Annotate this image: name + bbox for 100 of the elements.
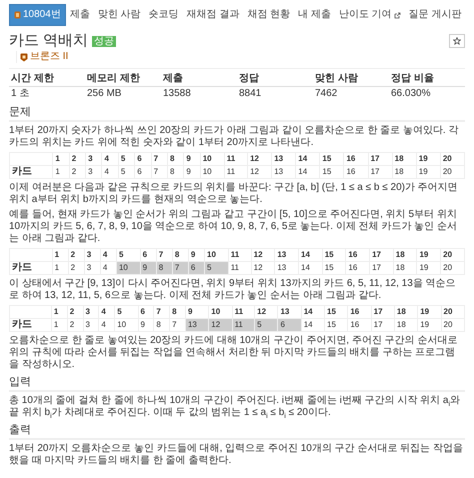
table-header-cell: 19 [416,248,441,262]
table-header-cell: 12 [248,152,272,166]
external-link-icon [394,12,401,18]
table-cell: 9 [184,166,200,178]
medal-icon [14,11,21,19]
section-heading: 입력 [9,376,465,392]
table-cell: 16 [346,262,370,274]
table-header-cell: 10 [200,152,224,166]
nav-tab[interactable]: 10804번 [9,4,66,26]
table-header-cell: 13 [274,248,299,262]
table-cell: 4 [98,318,115,332]
table-header-cell: 1 [52,248,68,262]
table-cell: 14 [298,262,322,274]
table-cell: 20 [440,262,464,274]
table-cell: 10 [114,318,138,332]
stat-value: 13588 [162,87,192,101]
table-header-cell: 17 [370,248,394,262]
table-cell: 2 [68,262,84,274]
table-header-cell: 5 [118,152,135,166]
nav-tab[interactable]: 내 제출 [294,5,335,25]
table-cell: 15 [324,318,348,332]
table-header-cell: 18 [393,248,417,262]
table-cell: 19 [418,318,442,332]
table-header-cell: 11 [224,152,248,166]
table-cell: 20 [441,318,464,332]
table-cell: 20 [440,166,464,178]
table-cell: 4 [100,262,116,274]
nav-tab[interactable]: 질문 게시판 [404,5,466,25]
table-header-cell: 3 [86,152,102,166]
paragraph: 1부터 20까지 오름차순으로 놓인 카드들에 대해, 입력으로 주어진 10개의 구간 순서대로 뒤집는 작업을 했을 때 마지막 카드들의 배치를 한 줄에 출력한다. [9,443,464,467]
table-header-cell: 17 [371,306,394,318]
table-cell: 13 [272,166,296,178]
table-header-cell: 12 [251,248,275,262]
table-header-cell: 4 [98,306,115,318]
table-cell: 1 [52,166,70,178]
paragraph: 이제 여러분은 다음과 같은 규칙으로 카드의 위치를 바꾼다: 구간 [a, b] (단, 1 ≤ a ≤ b ≤ 20)가 주어지면 위치 a부터 위치 b까지의 카드를 현재의 역순으로 놓는다. [9,182,459,206]
table-cell: 3 [86,166,102,178]
table-cell: 15 [322,262,346,274]
tier-icon [20,52,28,62]
table-cell: 7 [170,318,186,332]
table-header-cell: 13 [272,152,296,166]
table-cell: 12 [251,262,275,274]
star-button[interactable] [449,34,465,48]
table-header-cell: 4 [100,248,116,262]
table-header-cell: 2 [68,248,84,262]
table-cell: 19 [416,262,441,274]
table-header-cell: 16 [346,248,370,262]
table-cell: 3 [84,262,100,274]
table-cell: 11 [228,262,252,274]
table-cell: 13 [274,262,299,274]
table-header-cell: 1 [52,152,70,166]
nav-tab[interactable]: 제출 [66,5,94,25]
table-header-cell: 11 [228,248,252,262]
table-cell: 18 [394,318,418,332]
table-cell: 4 [102,166,118,178]
stat-header: 메모리 제한 [85,72,161,87]
tier-label: 브론즈 II [30,51,68,63]
table-header-cell: 9 [184,152,200,166]
table-header-cell: 6 [134,152,152,166]
problem-title: 카드 역배치 [9,32,88,50]
stat-value: 7462 [314,87,338,101]
table-cell: 1 [52,262,68,274]
table-header-cell: 14 [298,248,322,262]
table-cell: 10 [200,166,224,178]
nav-tab[interactable]: 맞힌 사람 [94,5,145,25]
table-cell: 12 [248,166,272,178]
table-cell: 7 [151,166,168,178]
nav-tab[interactable]: 숏코딩 [144,5,183,25]
nav-tab[interactable]: 채점 현황 [243,5,294,25]
stat-header: 정답 비율 [389,72,465,87]
table-cell: 15 [320,166,344,178]
table-header-cell: 7 [151,152,168,166]
table-cell: 8 [154,318,170,332]
table-cell: 14 [301,318,325,332]
section-heading: 출력 [9,424,465,440]
table-header-cell: 20 [440,152,464,166]
nav-tab[interactable]: 난이도 기여 [334,5,405,25]
nav-tab[interactable]: 재채점 결과 [182,5,244,25]
table-cell: 2 [69,166,86,178]
table-cell: 2 [67,318,84,332]
table-cell: 8 [167,166,184,178]
table-header-cell: 18 [392,152,416,166]
table-header-cell: 2 [67,306,84,318]
table-header-cell: 5 [114,306,138,318]
table-header-cell: 3 [84,248,100,262]
paragraph: 총 10개의 줄에 걸쳐 한 줄에 하나씩 10개의 구간이 주어진다. i번째 줄에는 i번째 구간의 시작 위치 a$_{i}$와 끝 위치 b$_{i}$가 차례대로 주어진다. 이때 두 값의 범위는 1 ≤ a$_{i}$ ≤ b$_{i}$ ≤ 20이다. [9,395,462,419]
table-header-cell: 20 [440,248,464,262]
table-cell: 17 [368,166,392,178]
table-header-cell: 8 [167,152,184,166]
table-cell: 3 [83,318,99,332]
stat-header: 정답 [237,72,313,87]
star-icon [453,37,461,45]
table-cell: 16 [344,166,368,178]
table-header-cell: 19 [418,306,442,318]
table-cell: 18 [392,166,416,178]
table-header-cell: 16 [348,306,372,318]
table-cell: 17 [371,318,394,332]
table-cell: 17 [370,262,394,274]
table-header-cell: 15 [324,306,348,318]
table-header-cell: 6 [138,306,154,318]
